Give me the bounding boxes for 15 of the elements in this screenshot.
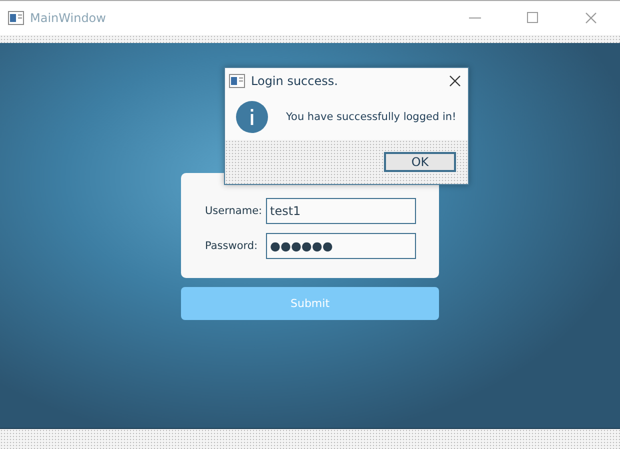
dialog-message: You have successfully logged in! (286, 111, 456, 123)
close-icon (449, 75, 461, 87)
field-label: Password: (205, 240, 259, 252)
app-icon (8, 11, 24, 25)
ok-button[interactable]: OK (384, 152, 456, 172)
app-icon (229, 74, 245, 88)
close-icon (585, 12, 597, 24)
window-title: MainWindow (30, 11, 107, 25)
field-label: Username: (205, 205, 260, 217)
input-field[interactable]: test1 (266, 198, 416, 224)
info-icon (236, 101, 268, 133)
maximize-icon (527, 12, 539, 24)
input-field[interactable]: ●●●●●● (266, 233, 416, 259)
minimize-icon (469, 17, 481, 19)
dialog-title: Login success. (251, 74, 339, 88)
